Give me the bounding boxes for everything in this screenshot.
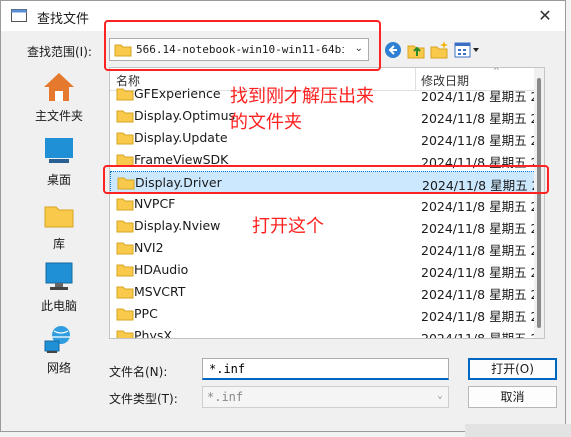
close-button[interactable]: ✕ <box>533 5 557 27</box>
file-name: MSVCRT <box>134 284 186 299</box>
computer-icon <box>45 262 73 290</box>
file-name: PPC <box>134 306 158 321</box>
file-name: FrameViewSDK <box>134 152 229 167</box>
file-date: 2024/11/8 星期五 2:4 <box>421 309 541 324</box>
place-desktop-label: 桌面 <box>46 173 71 187</box>
window-icon <box>11 9 27 22</box>
folder-icon <box>116 263 134 277</box>
file-name: NVPCF <box>134 196 176 211</box>
file-date: 2024/11/8 星期五 2:5 <box>421 111 541 126</box>
file-date: 2024/11/8 星期五 2:5 <box>421 155 541 170</box>
file-date: 2024/11/8 星期五 2:5 <box>421 133 541 148</box>
folder-icon <box>116 197 134 211</box>
file-name: HDAudio <box>134 262 189 277</box>
file-row[interactable]: HDAudio 2024/11/8 星期五 2:4 <box>110 259 544 281</box>
chevron-down-icon[interactable]: ⌄ <box>437 390 443 401</box>
look-in-combo[interactable]: 566.14-notebook-win10-win11-64bit-in ⌄ <box>109 38 369 61</box>
folder-icon <box>116 131 134 145</box>
folder-icon <box>116 241 134 255</box>
view-menu-icon[interactable] <box>453 40 481 60</box>
file-row[interactable]: FrameViewSDK 2024/11/8 星期五 2:5 <box>110 149 544 171</box>
file-row[interactable]: MSVCRT 2024/11/8 星期五 2:4 <box>110 281 544 303</box>
place-library-label: 库 <box>52 237 65 251</box>
filename-input[interactable] <box>207 361 431 377</box>
folder-icon <box>116 153 134 167</box>
folder-icon <box>114 44 132 57</box>
title-bar: 查找文件 ✕ <box>1 1 565 31</box>
file-date: 2024/11/8 星期五 2:4 <box>421 243 541 258</box>
annotation-find-folder: 找到刚才解压出来 的文件夹 <box>230 86 374 133</box>
filetype-select[interactable]: *.inf ⌄ <box>202 386 449 408</box>
up-folder-icon[interactable] <box>406 40 426 60</box>
file-row[interactable]: Display.Nview 2024/11/8 星期五 2:4 <box>110 215 544 237</box>
filetype-label: 文件类型(T): <box>109 392 178 406</box>
folder-icon <box>116 285 134 299</box>
filename-label: 文件名(N): <box>109 365 168 379</box>
open-button[interactable]: 打开(O) <box>468 358 557 380</box>
place-network[interactable]: 网络 <box>19 319 99 379</box>
new-folder-icon[interactable] <box>429 40 449 60</box>
home-icon <box>44 73 74 101</box>
place-network-label: 网络 <box>46 361 71 375</box>
place-computer-label: 此电脑 <box>40 299 77 313</box>
file-date: 2024/11/8 星期五 2:4 <box>421 331 541 339</box>
folder-icon <box>116 307 134 321</box>
file-date: 2024/11/8 星期五 2:4 <box>421 199 541 214</box>
place-desktop[interactable]: 桌面 <box>19 131 99 191</box>
file-name: PhysX <box>134 328 172 339</box>
file-name: NVI2 <box>134 240 164 255</box>
network-icon <box>44 326 70 353</box>
file-date: 2024/11/8 星期五 2:5 <box>421 89 541 104</box>
file-row[interactable]: PPC 2024/11/8 星期五 2:4 <box>110 303 544 325</box>
filetype-value: *.inf <box>207 390 244 404</box>
back-arrow-icon[interactable] <box>383 40 403 60</box>
file-row[interactable]: NVI2 2024/11/8 星期五 2:4 <box>110 237 544 259</box>
folder-icon <box>116 329 134 338</box>
folder-icon <box>116 87 134 101</box>
vertical-scrollbar[interactable] <box>534 68 544 338</box>
background-window-strip <box>465 424 571 437</box>
file-date: 2024/11/8 星期五 2:4 <box>421 221 541 236</box>
place-computer[interactable]: 此电脑 <box>19 257 99 317</box>
folder-icon <box>116 109 134 123</box>
file-row[interactable]: PhysX 2024/11/8 星期五 2:4 <box>110 325 544 339</box>
file-date: 2024/11/8 星期五 2:4 <box>421 265 541 280</box>
look-in-path: 566.14-notebook-win10-win11-64bit-in <box>136 43 344 56</box>
place-library[interactable]: 库 <box>19 195 99 255</box>
place-home[interactable]: 主文件夹 <box>19 67 99 127</box>
folder-icon <box>117 176 135 190</box>
places-bar: 主文件夹 桌面 库 此电脑 网络 <box>19 67 99 377</box>
folder-icon <box>116 219 134 233</box>
library-icon <box>44 206 74 228</box>
scrollbar-thumb[interactable] <box>537 78 541 328</box>
look-in-label: 查找范围(I): <box>27 45 92 59</box>
file-row[interactable]: Display.Driver 2024/11/8 星期五 2:4 <box>110 171 544 193</box>
window-title: 查找文件 <box>37 12 90 27</box>
file-date: 2024/11/8 星期五 2:4 <box>422 178 542 193</box>
desktop-icon <box>45 138 73 163</box>
sort-indicator-icon: ^ <box>493 67 500 75</box>
chevron-down-icon[interactable]: ⌄ <box>355 43 363 54</box>
place-home-label: 主文件夹 <box>34 109 83 123</box>
cancel-button[interactable]: 取消 <box>468 386 557 408</box>
file-name: Display.Driver <box>135 175 222 190</box>
file-row[interactable]: NVPCF 2024/11/8 星期五 2:4 <box>110 193 544 215</box>
filename-field[interactable] <box>202 358 449 380</box>
annotation-open-this: 打开这个 <box>252 216 324 237</box>
file-date: 2024/11/8 星期五 2:4 <box>421 287 541 302</box>
